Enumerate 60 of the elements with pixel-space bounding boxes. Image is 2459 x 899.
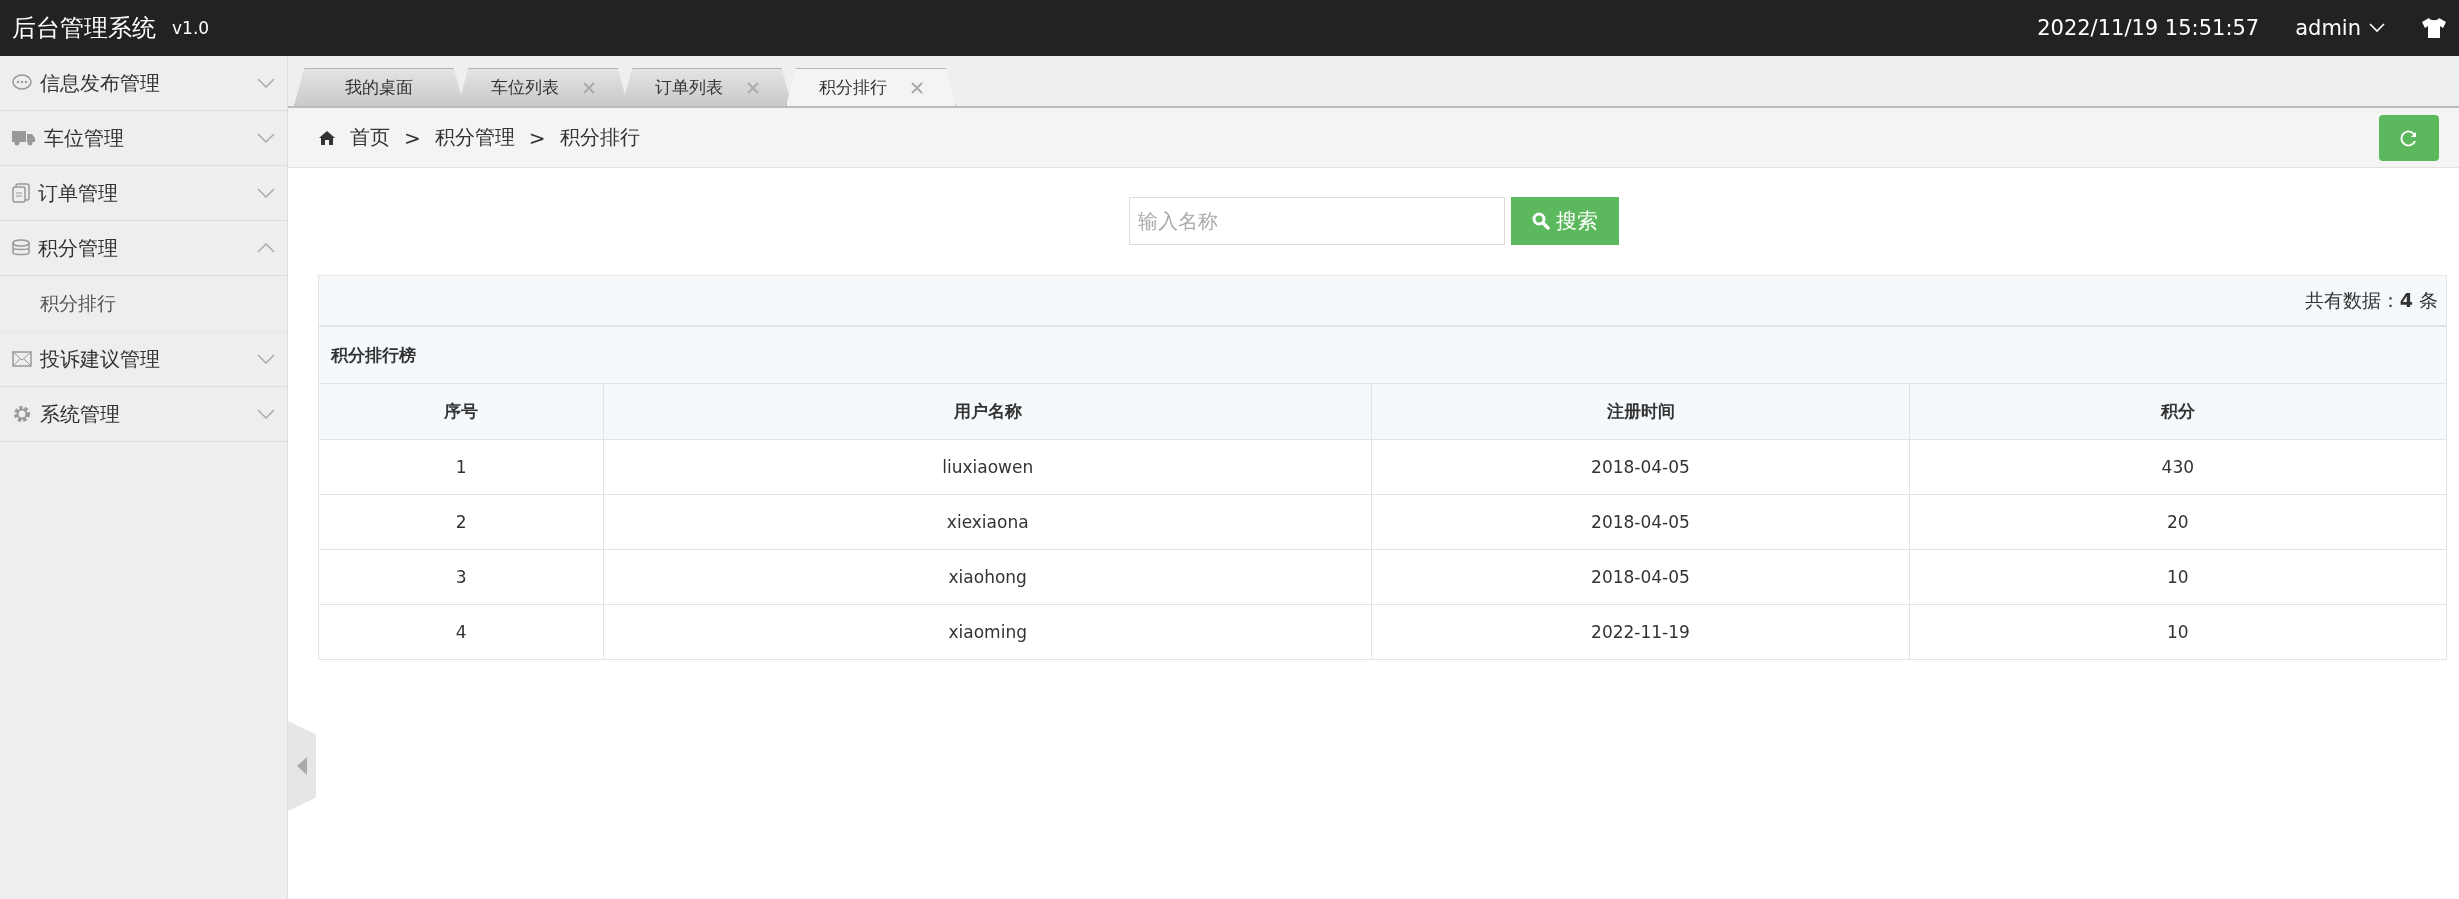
chevron-down-icon [257, 133, 275, 143]
table-cell: 2018-04-05 [1371, 439, 1910, 495]
column-header: 序号 [318, 383, 604, 440]
column-header: 用户名称 [603, 383, 1372, 440]
table-title: 积分排行榜 [318, 326, 2447, 384]
table-cell: 10 [1909, 604, 2447, 660]
chevron-down-icon [2369, 23, 2385, 33]
sidebar-submenu-item[interactable]: 积分排行 [0, 276, 287, 332]
close-icon[interactable] [583, 81, 595, 94]
datetime-text: 2022/11/19 15:51:57 [2037, 16, 2260, 40]
table-cell: xiaohong [603, 549, 1372, 605]
table-cell: 4 [318, 604, 604, 660]
sidebar-menu-item[interactable]: 系统管理 [0, 387, 287, 442]
speech-bubble-icon [12, 74, 32, 92]
refresh-button[interactable] [2379, 114, 2439, 161]
table-cell: xiaoming [603, 604, 1372, 660]
table-cell: 430 [1909, 439, 2447, 495]
sidebar-menu-item[interactable]: 积分管理 [0, 221, 287, 276]
envelope-icon [12, 351, 32, 367]
table-cell: xiexiaona [603, 494, 1372, 550]
chevron-up-icon [257, 243, 275, 253]
column-header: 注册时间 [1371, 383, 1910, 440]
table-cell: 2018-04-05 [1371, 549, 1910, 605]
record-count-text: 共有数据：4 条 [2304, 287, 2438, 313]
database-icon [12, 239, 30, 257]
column-header: 积分 [1909, 383, 2447, 440]
sidebar-menu-item[interactable]: 投诉建议管理 [0, 332, 287, 387]
page-tab[interactable]: 积分排行 [786, 68, 956, 106]
breadcrumb-separator: > [528, 125, 546, 150]
app-title: 后台管理系统 [12, 13, 156, 44]
sidebar-menu-item[interactable]: 订单管理 [0, 166, 287, 221]
table-cell: 2 [318, 494, 604, 550]
tshirt-icon[interactable] [2421, 17, 2447, 39]
caret-left-icon [297, 757, 307, 775]
settings-icon [12, 404, 32, 424]
sidebar-menu-item[interactable]: 信息发布管理 [0, 56, 287, 111]
chevron-down-icon [257, 354, 275, 364]
truck-icon [12, 130, 36, 146]
table-cell: liuxiaowen [603, 439, 1372, 495]
search-icon [1531, 212, 1550, 230]
document-icon [12, 183, 30, 203]
close-icon[interactable] [911, 81, 923, 94]
name-input-field[interactable]: 输入名称 [1128, 197, 1505, 245]
table-cell: 20 [1909, 494, 2447, 550]
table-cell: 3 [318, 549, 604, 605]
home-icon [318, 129, 336, 146]
sidebar-menu-item[interactable]: 车位管理 [0, 111, 287, 166]
breadcrumb-link[interactable]: 首页 [350, 124, 390, 151]
chevron-down-icon [257, 409, 275, 419]
chevron-down-icon [257, 78, 275, 88]
breadcrumb-separator: > [404, 125, 421, 150]
version-label: v1.0 [172, 18, 210, 38]
close-icon[interactable] [747, 81, 759, 94]
chevron-down-icon [257, 188, 275, 198]
breadcrumb-link[interactable]: 积分管理 [434, 124, 515, 151]
table-cell: 2022-11-19 [1371, 604, 1910, 660]
table-cell: 10 [1909, 549, 2447, 605]
table-cell: 1 [318, 439, 604, 495]
table-cell: 2018-04-05 [1371, 494, 1910, 550]
user-menu-button[interactable]: admin [2295, 16, 2385, 40]
